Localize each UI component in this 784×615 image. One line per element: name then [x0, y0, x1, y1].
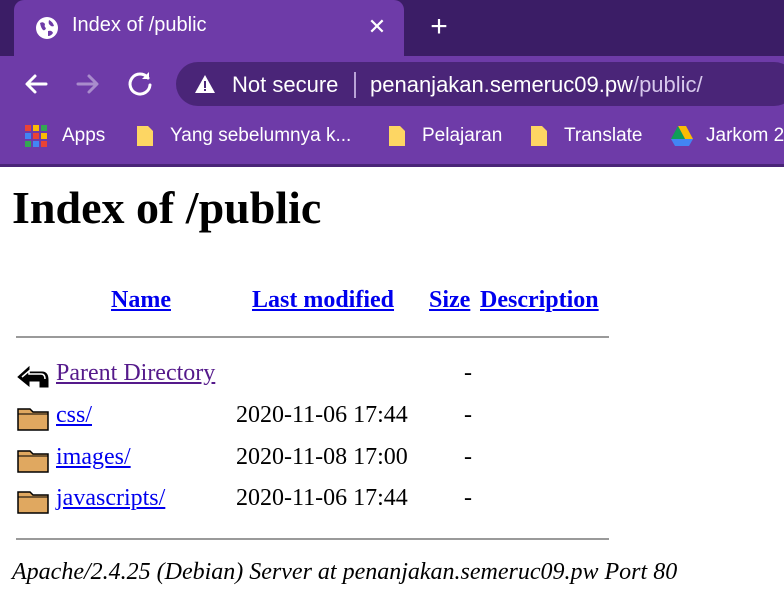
row-size: -: [464, 444, 472, 470]
folder-icon: [17, 450, 49, 473]
list-item-images: images/ 2020-11-08 17:00 -: [0, 440, 784, 480]
parent-directory-link[interactable]: Parent Directory: [56, 360, 215, 387]
google-drive-icon: [671, 126, 693, 146]
row-modified: 2020-11-08 17:00: [236, 444, 408, 470]
bookmarks-bar: Apps Yang sebelumnya k... Pelajaran Tran…: [0, 112, 784, 167]
sort-by-description-link[interactable]: Description: [480, 287, 599, 314]
directory-link[interactable]: css/: [56, 402, 92, 429]
back-arrow-icon: [17, 365, 49, 388]
bookmark-label: Jarkom 2: [706, 125, 784, 146]
warning-icon[interactable]: [194, 73, 216, 95]
list-item-css: css/ 2020-11-06 17:44 -: [0, 398, 784, 438]
row-size: -: [464, 485, 472, 511]
bookmark-label: Translate: [564, 125, 643, 146]
url-text[interactable]: penanjakan.semeruc09.pw/public/: [370, 72, 703, 98]
sort-by-size-link[interactable]: Size: [429, 287, 470, 314]
tab-title: Index of /public: [72, 14, 207, 36]
row-modified: 2020-11-06 17:44: [236, 402, 408, 428]
apps-grid-icon: [25, 125, 47, 147]
url-host: penanjakan.semeruc09.pw: [370, 72, 633, 97]
sort-by-last-modified-link[interactable]: Last modified: [252, 287, 394, 314]
list-item-javascripts: javascripts/ 2020-11-06 17:44 -: [0, 481, 784, 521]
reload-icon[interactable]: [124, 68, 156, 100]
row-size: -: [464, 360, 472, 386]
new-tab-button[interactable]: +: [424, 12, 454, 42]
globe-icon: [36, 17, 58, 39]
folder-icon: [17, 491, 49, 514]
list-item-parent: Parent Directory -: [0, 356, 784, 396]
folder-icon: [137, 126, 153, 146]
tab-close-icon[interactable]: ✕: [364, 14, 390, 40]
url-path: /public/: [632, 72, 703, 97]
sort-by-name-link[interactable]: Name: [111, 287, 171, 314]
active-tab[interactable]: Index of /public ✕: [14, 0, 404, 56]
security-status-label[interactable]: Not secure: [232, 72, 338, 98]
bookmark-label: Yang sebelumnya k...: [170, 125, 352, 146]
page-title: Index of /public: [12, 182, 322, 233]
tab-strip: Index of /public ✕ +: [0, 0, 784, 56]
folder-icon: [389, 126, 405, 146]
browser-toolbar: Not secure penanjakan.semeruc09.pw/publi…: [0, 56, 784, 112]
directory-link[interactable]: images/: [56, 444, 131, 471]
folder-icon: [17, 408, 49, 431]
bookmark-label: Apps: [62, 125, 106, 146]
header-divider: [16, 336, 609, 338]
address-bar[interactable]: Not secure penanjakan.semeruc09.pw/publi…: [176, 62, 784, 106]
back-arrow-icon[interactable]: [20, 68, 52, 100]
forward-arrow-icon[interactable]: [72, 68, 104, 100]
folder-icon: [531, 126, 547, 146]
row-modified: 2020-11-06 17:44: [236, 485, 408, 511]
directory-link[interactable]: javascripts/: [56, 485, 165, 512]
row-size: -: [464, 402, 472, 428]
footer-divider: [16, 538, 609, 540]
omnibox-divider: [354, 72, 356, 98]
bookmark-label: Pelajaran: [422, 125, 503, 146]
page-content: Index of /public Name Last modified Size…: [0, 167, 784, 615]
server-signature: Apache/2.4.25 (Debian) Server at penanja…: [12, 559, 678, 585]
